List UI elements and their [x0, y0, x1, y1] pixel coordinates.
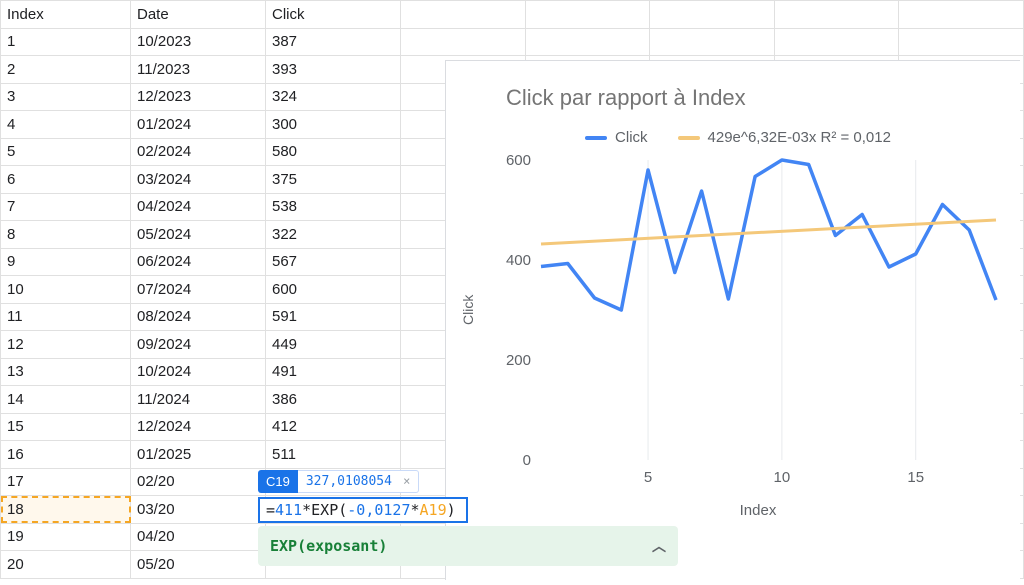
cell-index[interactable]: 12 — [1, 331, 131, 359]
cell-date[interactable]: 09/2024 — [131, 331, 266, 359]
cell-click[interactable]: 580 — [266, 138, 401, 166]
cell-date[interactable]: 10/2023 — [131, 28, 266, 56]
cell-index[interactable]: 15 — [1, 413, 131, 441]
cell-date[interactable]: 11/2024 — [131, 386, 266, 414]
function-helper[interactable]: EXP(exposant) ︿ — [258, 526, 678, 566]
cell-click[interactable]: 449 — [266, 331, 401, 359]
cell-click[interactable]: 600 — [266, 276, 401, 304]
cell-index[interactable]: 1 — [1, 28, 131, 56]
col-header-empty-2[interactable] — [525, 1, 650, 29]
cell-index[interactable]: 17 — [1, 468, 131, 496]
chart-plot-area: Click 020040060051015 — [486, 150, 1006, 500]
cell-index[interactable]: 7 — [1, 193, 131, 221]
cell-index[interactable]: 16 — [1, 441, 131, 469]
cell-empty[interactable] — [525, 28, 650, 56]
legend-swatch-blue — [585, 136, 607, 140]
cell-date[interactable]: 10/2024 — [131, 358, 266, 386]
y-axis-label: Click — [460, 295, 476, 325]
cell-click[interactable]: 591 — [266, 303, 401, 331]
chart-panel[interactable]: Click par rapport à Index Click 429e^6,3… — [445, 60, 1020, 580]
legend-item-trend: 429e^6,32E-03x R² = 0,012 — [678, 129, 891, 146]
cell-date[interactable]: 02/20 — [131, 468, 266, 496]
svg-text:5: 5 — [644, 469, 652, 486]
cell-click[interactable]: 567 — [266, 248, 401, 276]
cell-date[interactable]: 04/2024 — [131, 193, 266, 221]
cell-date[interactable]: 01/2024 — [131, 111, 266, 139]
cell-date[interactable]: 08/2024 — [131, 303, 266, 331]
cell-date[interactable]: 05/2024 — [131, 221, 266, 249]
cell-index[interactable]: 11 — [1, 303, 131, 331]
cell-index[interactable]: 14 — [1, 386, 131, 414]
cell-empty[interactable] — [650, 28, 775, 56]
cell-date[interactable]: 05/20 — [131, 551, 266, 579]
cell-index[interactable]: 4 — [1, 111, 131, 139]
cell-click[interactable]: 322 — [266, 221, 401, 249]
svg-text:15: 15 — [907, 469, 924, 486]
cell-date[interactable]: 11/2023 — [131, 56, 266, 84]
cell-index[interactable]: 18 — [1, 496, 131, 524]
cell-empty[interactable] — [401, 28, 526, 56]
cell-index[interactable]: 6 — [1, 166, 131, 194]
col-header-click[interactable]: Click — [266, 1, 401, 29]
chart-legend: Click 429e^6,32E-03x R² = 0,012 — [466, 129, 1010, 146]
cell-index[interactable]: 13 — [1, 358, 131, 386]
cell-date[interactable]: 02/2024 — [131, 138, 266, 166]
col-header-empty-4[interactable] — [774, 1, 899, 29]
table-row[interactable]: 110/2023387 — [1, 28, 1024, 56]
svg-text:10: 10 — [774, 469, 791, 486]
col-header-date[interactable]: Date — [131, 1, 266, 29]
close-icon[interactable]: × — [396, 474, 410, 488]
cell-click[interactable]: 412 — [266, 413, 401, 441]
cell-click[interactable]: 387 — [266, 28, 401, 56]
legend-swatch-gold — [678, 136, 700, 140]
cell-index[interactable]: 8 — [1, 221, 131, 249]
cell-click[interactable]: 300 — [266, 111, 401, 139]
chart-svg: 0 200 400 600 5 10 15 — [486, 150, 1006, 500]
col-header-empty-5[interactable] — [899, 1, 1024, 29]
cell-date[interactable]: 12/2023 — [131, 83, 266, 111]
chevron-up-icon[interactable]: ︿ — [652, 536, 666, 556]
cell-click[interactable]: 491 — [266, 358, 401, 386]
cell-index[interactable]: 2 — [1, 56, 131, 84]
cell-index[interactable]: 20 — [1, 551, 131, 579]
svg-text:200: 200 — [506, 352, 531, 369]
function-signature: EXP(exposant) — [270, 537, 387, 555]
cell-click[interactable]: 538 — [266, 193, 401, 221]
formula-input[interactable]: =411*EXP(-0,0127*A19) — [258, 497, 468, 523]
cell-empty[interactable] — [774, 28, 899, 56]
formula-preview-value: 327,0108054 × — [298, 470, 420, 493]
svg-text:0: 0 — [523, 452, 531, 469]
chart-title: Click par rapport à Index — [506, 85, 1010, 111]
svg-text:400: 400 — [506, 252, 531, 269]
cell-date[interactable]: 01/2025 — [131, 441, 266, 469]
col-header-empty-3[interactable] — [650, 1, 775, 29]
legend-item-click: Click — [585, 129, 648, 146]
cell-index[interactable]: 9 — [1, 248, 131, 276]
formula-preview-badge: C19 327,0108054 × — [258, 470, 419, 493]
header-row: Index Date Click — [1, 1, 1024, 29]
cell-date[interactable]: 03/20 — [131, 496, 266, 524]
cell-index[interactable]: 19 — [1, 523, 131, 551]
formula-cell-ref: C19 — [258, 470, 298, 493]
cell-date[interactable]: 07/2024 — [131, 276, 266, 304]
cell-index[interactable]: 10 — [1, 276, 131, 304]
cell-date[interactable]: 04/20 — [131, 523, 266, 551]
svg-text:600: 600 — [506, 152, 531, 169]
cell-index[interactable]: 3 — [1, 83, 131, 111]
cell-date[interactable]: 06/2024 — [131, 248, 266, 276]
x-axis-label: Index — [506, 502, 1010, 519]
col-header-index[interactable]: Index — [1, 1, 131, 29]
cell-empty[interactable] — [899, 28, 1024, 56]
col-header-empty-1[interactable] — [401, 1, 526, 29]
cell-click[interactable]: 511 — [266, 441, 401, 469]
cell-click[interactable]: 393 — [266, 56, 401, 84]
cell-click[interactable]: 386 — [266, 386, 401, 414]
cell-date[interactable]: 12/2024 — [131, 413, 266, 441]
cell-click[interactable]: 324 — [266, 83, 401, 111]
cell-index[interactable]: 5 — [1, 138, 131, 166]
cell-date[interactable]: 03/2024 — [131, 166, 266, 194]
cell-click[interactable]: 375 — [266, 166, 401, 194]
